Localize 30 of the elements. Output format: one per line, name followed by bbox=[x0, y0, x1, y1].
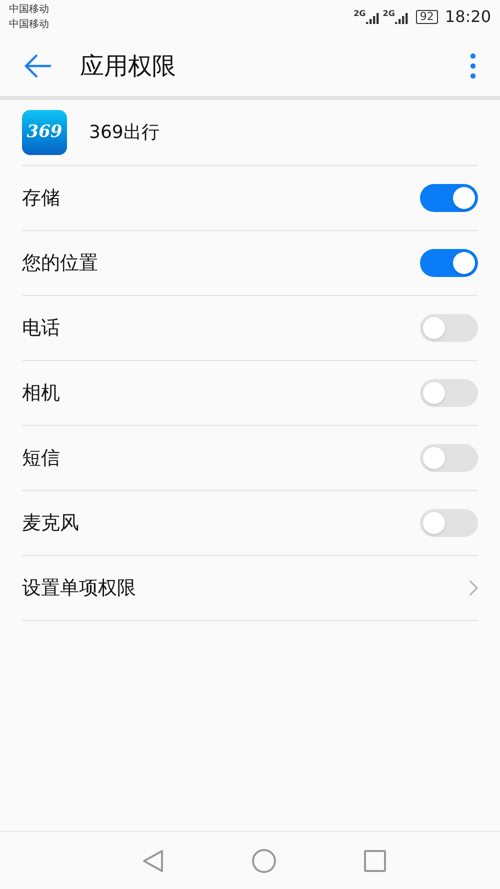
toggle-switch[interactable] bbox=[420, 444, 478, 472]
toggle-switch[interactable] bbox=[420, 509, 478, 537]
status-time: 18:20 bbox=[444, 6, 491, 28]
permission-label: 相机 bbox=[22, 380, 60, 406]
app-name: 369出行 bbox=[89, 121, 160, 145]
permission-label: 短信 bbox=[22, 446, 60, 471]
chevron-right-icon[interactable] bbox=[469, 580, 478, 596]
network-label: 2G bbox=[382, 10, 395, 18]
signal-icon bbox=[366, 10, 380, 24]
page-title: 应用权限 bbox=[80, 51, 177, 82]
app-logo: 369 bbox=[22, 110, 67, 155]
carrier-name: 中国移动 bbox=[9, 2, 49, 17]
more-menu-icon[interactable] bbox=[470, 53, 476, 79]
signal-icon bbox=[394, 10, 409, 24]
toggle-switch[interactable] bbox=[420, 314, 478, 342]
recents-nav-icon[interactable] bbox=[364, 850, 386, 872]
back-arrow-icon[interactable] bbox=[24, 53, 52, 79]
permission-label: 设置单项权限 bbox=[22, 576, 136, 601]
battery-icon: 92 bbox=[416, 10, 438, 24]
toggle-switch[interactable] bbox=[420, 249, 478, 277]
toggle-switch[interactable] bbox=[420, 379, 478, 407]
permission-label: 电话 bbox=[22, 316, 60, 341]
carrier-name: 中国移动 bbox=[9, 18, 49, 32]
back-nav-icon[interactable] bbox=[142, 848, 164, 872]
home-nav-icon[interactable] bbox=[252, 848, 276, 872]
toggle-switch[interactable] bbox=[420, 184, 478, 212]
network-label: 2G bbox=[354, 10, 366, 18]
permission-label: 您的位置 bbox=[22, 250, 98, 276]
permission-label: 存储 bbox=[22, 186, 60, 211]
permission-label: 麦克风 bbox=[22, 510, 79, 536]
